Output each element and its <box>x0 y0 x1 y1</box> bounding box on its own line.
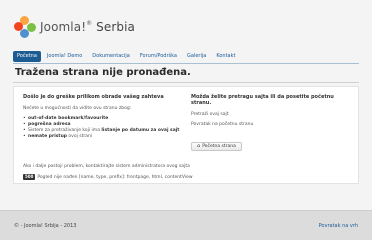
nav-item-dokumentacija[interactable]: Dokumentacija <box>88 51 134 62</box>
page: Joomla!® Serbia Početna Joomla! Demo Dok… <box>0 0 372 211</box>
brand-name: Joomla! <box>40 20 87 34</box>
joomla-logo-icon <box>14 16 36 38</box>
search-heading: Možda želite pretragu sajta ili da poset… <box>191 94 334 106</box>
error-reasons-column: Došlo je do greške prilikom obrade vašeg… <box>23 94 183 140</box>
error-heading: Došlo je do greške prilikom obrade vašeg… <box>23 94 164 100</box>
footer-copyright: © - Joomla! Srbija - 2013 <box>14 223 77 229</box>
main-nav: Početna Joomla! Demo Dokumentacija Forum… <box>13 51 239 62</box>
nav-item-forum[interactable]: Forum/Podrška <box>136 51 181 62</box>
home-icon: ⌂ <box>197 143 201 149</box>
nav-item-galerija[interactable]: Galerija <box>183 51 210 62</box>
error-code-badge: 500 <box>23 174 36 180</box>
nav-item-joomla-demo[interactable]: Joomla! Demo <box>43 51 86 62</box>
reasons-list: out-of-date bookmark/favourite pogrešna … <box>23 116 183 140</box>
error-row: 500 Pogled nije nađen [name, type, prefi… <box>23 174 353 180</box>
contact-admin-text: Ako i dalje postoji problem, kontaktiraj… <box>23 164 190 169</box>
title-divider <box>13 82 359 83</box>
back-home-text: Povratak na početnu stranu <box>191 122 254 127</box>
search-link[interactable]: Pretraži ovaj sajt <box>191 112 351 117</box>
error-intro: Nećete u mogućnosti da vidite ovu stranu… <box>23 106 132 111</box>
error-message: Pogled nije nađen [name, type, prefix]: … <box>37 174 193 180</box>
logo-text: Joomla!® Serbia <box>40 20 135 34</box>
nav-divider <box>13 63 359 64</box>
back-to-top-link[interactable]: Povratak na vrh <box>319 223 358 229</box>
nav-item-pocetna[interactable]: Početna <box>13 51 41 62</box>
brand-trademark: ® <box>86 20 93 27</box>
error-content-box: Došlo je do greške prilikom obrade vašeg… <box>13 86 359 184</box>
nav-item-kontakt[interactable]: Kontakt <box>212 51 239 62</box>
list-item: nemate pristup ovoj strani <box>23 134 183 140</box>
site-name: Serbia <box>96 20 135 34</box>
home-page-button[interactable]: ⌂ Početna strana <box>191 142 242 151</box>
site-logo[interactable]: Joomla!® Serbia <box>14 15 135 39</box>
home-button-label: Početna strana <box>202 144 236 149</box>
error-details: Ako i dalje postoji problem, kontaktiraj… <box>23 164 353 180</box>
page-title: Tražena strana nije pronađena. <box>15 67 191 78</box>
search-column: Možda želite pretragu sajta ili da poset… <box>191 94 351 151</box>
